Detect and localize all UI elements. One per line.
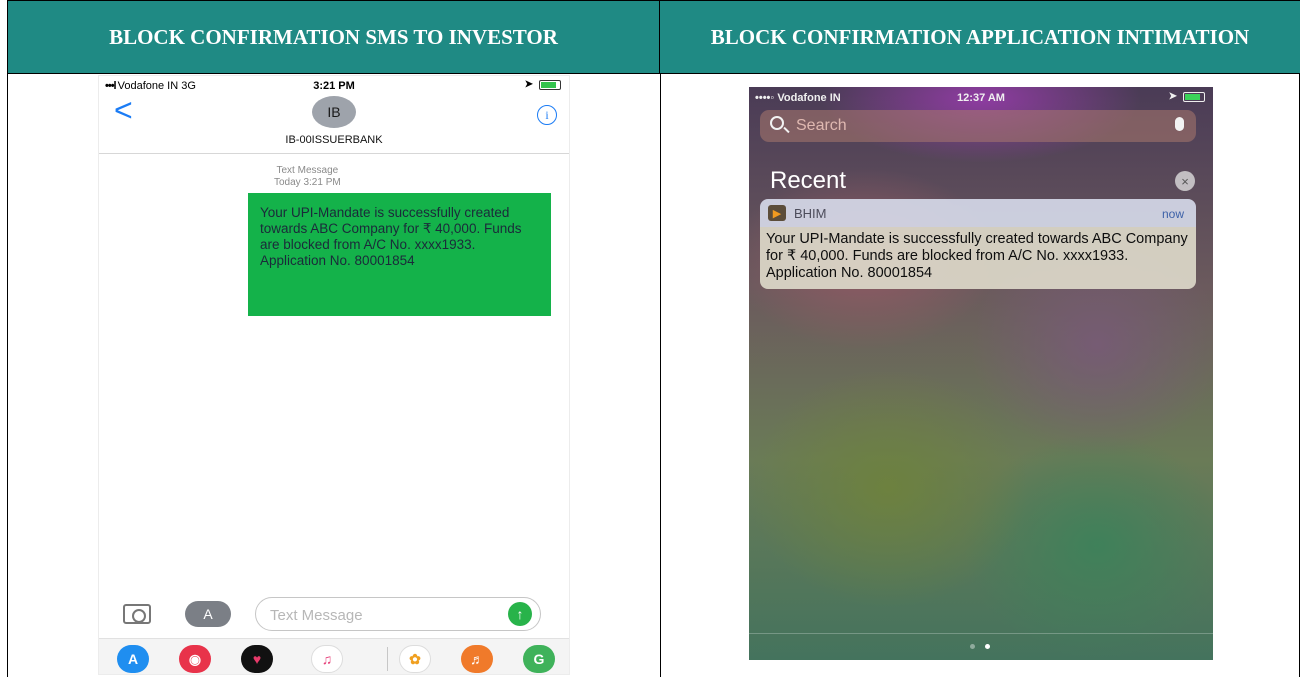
notification-app-name: BHIM	[794, 206, 827, 221]
search-placeholder: Search	[796, 117, 847, 134]
carrier: •••l Vodafone IN 3G	[105, 80, 196, 92]
battery-icon	[539, 79, 561, 90]
status-icons: ➤	[525, 79, 561, 90]
status-bar: •••l Vodafone IN 3G 3:21 PM ➤	[99, 78, 569, 94]
app-store-button[interactable]: A	[185, 601, 231, 627]
status-bar: ••••◦ Vodafone IN 12:37 AM ➤	[749, 91, 1213, 105]
location-icon: ➤	[524, 79, 533, 90]
contact-name: IB-00ISSUERBANK	[285, 134, 383, 146]
message-bubble[interactable]: Your UPI-Mandate is successfully created…	[248, 193, 551, 316]
search-icon	[770, 116, 784, 130]
app-store-icon[interactable]: A	[117, 645, 149, 673]
photos-icon[interactable]: ✿	[399, 645, 431, 673]
music-icon[interactable]: ♫	[311, 645, 343, 673]
header-right: BLOCK CONFIRMATION APPLICATION INTIMATIO…	[660, 1, 1300, 73]
message-input-placeholder: Text Message	[270, 607, 363, 624]
clear-notifications-button[interactable]: ×	[1175, 171, 1195, 191]
notification-screenshot: ••••◦ Vodafone IN 12:37 AM ➤ Search Rece…	[749, 87, 1213, 660]
bhim-notification[interactable]: ▶ BHIM now Your UPI-Mandate is successfu…	[760, 199, 1196, 289]
page-dot-inactive	[970, 644, 975, 649]
garageband-icon[interactable]: ♬	[461, 645, 493, 673]
digital-touch-icon[interactable]: ♥	[241, 645, 273, 673]
search-bar[interactable]: Search	[760, 110, 1196, 142]
battery-icon	[1183, 91, 1205, 102]
status-time: 3:21 PM	[313, 80, 355, 92]
sms-screenshot: •••l Vodafone IN 3G 3:21 PM ➤ < IB IB-00I…	[98, 75, 570, 675]
avatar[interactable]: IB	[312, 96, 356, 128]
bhim-app-icon: ▶	[768, 205, 786, 221]
back-button[interactable]: <	[114, 94, 133, 126]
location-icon: ➤	[1168, 91, 1177, 102]
microphone-icon[interactable]	[1175, 117, 1184, 131]
imessage-app-drawer: A ◉ ♥ ♫ ✿ ♬ G	[99, 638, 569, 674]
message-timestamp: Text Message Today 3:21 PM	[274, 165, 341, 188]
search-web-icon[interactable]: ◉	[179, 645, 211, 673]
camera-icon[interactable]	[123, 604, 151, 624]
notification-time: now	[1161, 207, 1184, 221]
send-button[interactable]: ↑	[508, 602, 532, 626]
table-column-divider	[660, 73, 661, 677]
drawer-divider	[387, 647, 388, 671]
home-divider	[749, 633, 1213, 634]
status-icons: ➤	[1169, 91, 1205, 102]
carrier: ••••◦ Vodafone IN	[755, 92, 841, 104]
composer-bar: A Text Message ↑	[99, 597, 569, 635]
message-input[interactable]: Text Message ↑	[255, 597, 541, 631]
maps-icon[interactable]: G	[523, 645, 555, 673]
notification-body: Your UPI-Mandate is successfully created…	[760, 227, 1196, 289]
header-left: BLOCK CONFIRMATION SMS TO INVESTOR	[8, 1, 660, 73]
nav-divider	[99, 153, 569, 154]
status-time: 12:37 AM	[957, 92, 1005, 104]
table-row-divider	[8, 73, 1300, 74]
info-icon[interactable]: i	[537, 105, 557, 125]
page-dot-active	[985, 644, 990, 649]
notification-header: ▶ BHIM now	[760, 199, 1196, 227]
section-title: Recent	[770, 167, 847, 194]
